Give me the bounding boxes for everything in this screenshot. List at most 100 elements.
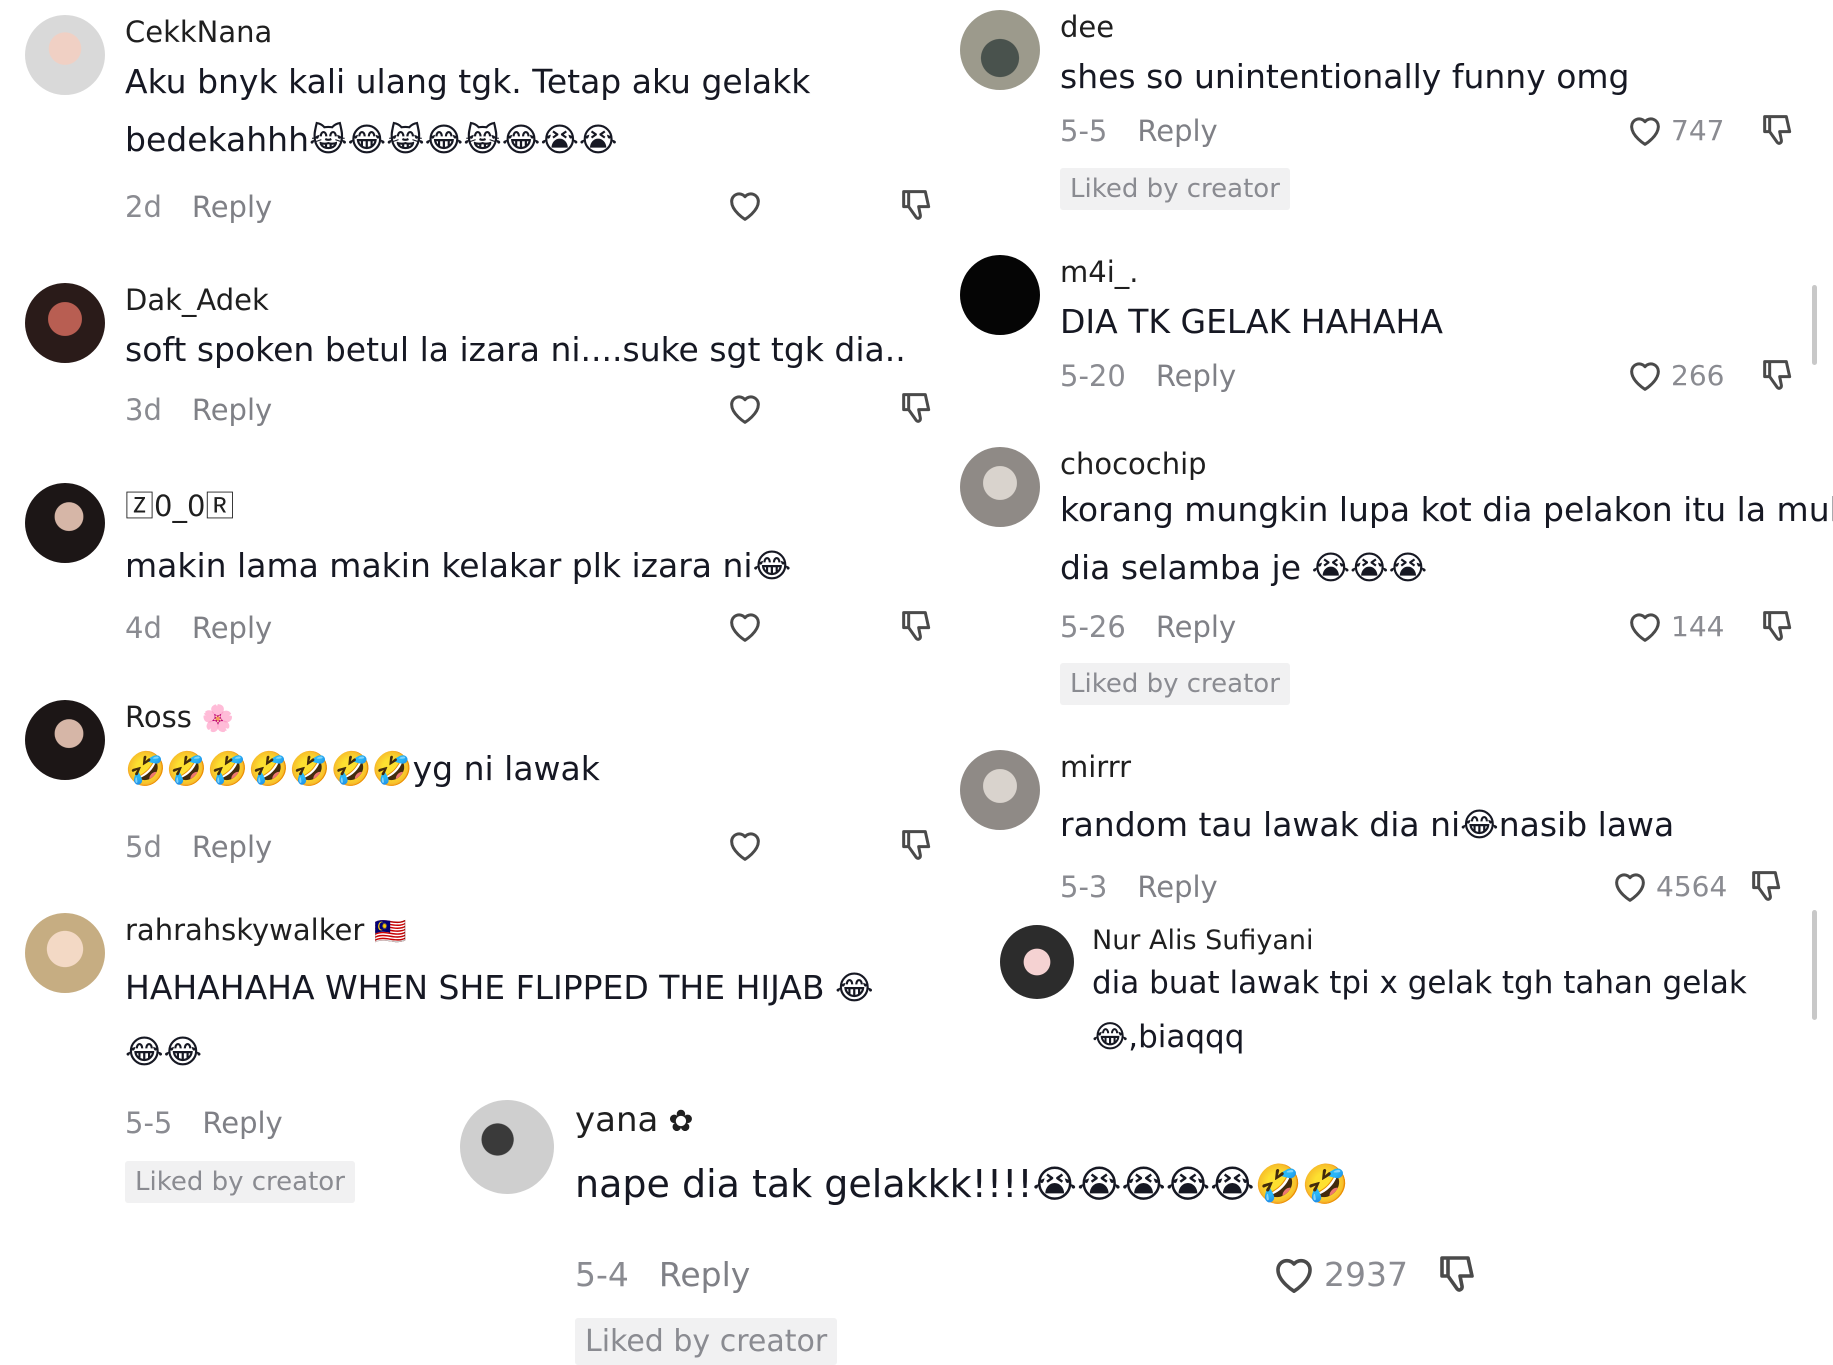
comment-actions: 144 <box>1625 606 1798 646</box>
heart-outline-icon <box>1276 1258 1312 1293</box>
heart-outline-icon <box>730 613 760 642</box>
thumbs-down-icon[interactable] <box>1758 606 1798 646</box>
like-button[interactable] <box>725 825 813 865</box>
thumbs-down-icon[interactable] <box>1747 866 1787 906</box>
reply-button[interactable]: Reply <box>659 1255 750 1294</box>
heart-outline-icon <box>730 832 760 861</box>
like-button[interactable]: 4564 <box>1610 866 1727 906</box>
scrollbar[interactable] <box>1812 910 1817 1020</box>
username[interactable]: Nur Alis Sufiyani <box>1092 925 1747 956</box>
comment-body: Nur Alis Sufiyani dia buat lawak tpi x g… <box>1092 925 1747 1064</box>
username[interactable]: 🅉0_0🅁 <box>125 483 791 525</box>
like-count: 747 <box>1671 113 1725 147</box>
reply-button[interactable]: Reply <box>192 611 272 645</box>
scrollbar[interactable] <box>1812 285 1817 365</box>
reply-button[interactable]: Reply <box>1156 610 1236 644</box>
comment-time: 5-5 <box>1060 114 1108 148</box>
comment-time: 5-5 <box>125 1106 173 1140</box>
thumbs-down-icon[interactable] <box>897 825 937 865</box>
avatar[interactable] <box>25 483 105 563</box>
reply-button[interactable]: Reply <box>1137 870 1217 904</box>
avatar[interactable] <box>25 15 105 95</box>
like-button[interactable]: 266 <box>1625 355 1724 395</box>
flower-badge-icon: ✿ <box>668 1104 694 1139</box>
comment-body: Dak_Adek soft spoken betul la izara ni..… <box>125 283 906 379</box>
comment-actions: 4564 <box>1610 866 1787 906</box>
username[interactable]: mirrr <box>1060 750 1674 784</box>
comment-text: HAHAHAHA WHEN SHE FLIPPED THE HIJAB 😂 <box>125 968 874 1007</box>
like-button[interactable]: 144 <box>1625 606 1724 646</box>
like-button[interactable]: 747 <box>1625 110 1724 150</box>
comment-actions <box>725 185 937 225</box>
comment-meta: 2d Reply <box>125 190 272 224</box>
comment-text: random tau lawak dia ni😂nasib lawa <box>1060 805 1675 844</box>
comment-body: m4i_. DIA TK GELAK HAHAHA <box>1060 255 1443 351</box>
heart-outline-icon <box>730 395 760 424</box>
comment-meta: 5-26 Reply <box>1060 610 1236 644</box>
comment-text: shes so unintentionally funny omg <box>1060 57 1630 96</box>
liked-by-creator-badge: Liked by creator <box>1060 663 1290 705</box>
comment-body: mirrr random tau lawak dia ni😂nasib lawa <box>1060 750 1674 854</box>
reply-button[interactable]: Reply <box>1137 114 1217 148</box>
avatar[interactable] <box>960 447 1040 527</box>
avatar[interactable] <box>25 913 105 993</box>
comment-time: 5-20 <box>1060 359 1126 393</box>
comment-text: 😂😂 <box>125 1032 203 1071</box>
username[interactable]: rahrahskywalker 🇲🇾 <box>125 913 874 947</box>
heart-outline-icon <box>1630 117 1660 146</box>
reply-button[interactable]: Reply <box>1156 359 1236 393</box>
thumbs-down-icon[interactable] <box>1758 355 1798 395</box>
liked-by-creator-badge: Liked by creator <box>125 1161 355 1203</box>
like-button[interactable] <box>725 388 813 428</box>
comment-meta: 5-4 Reply <box>575 1255 750 1294</box>
comment-time: 5d <box>125 830 162 864</box>
username[interactable]: yana ✿ <box>575 1100 1349 1140</box>
comment-text: soft spoken betul la izara ni....suke sg… <box>125 330 906 369</box>
avatar[interactable] <box>25 283 105 363</box>
username[interactable]: dee <box>1060 10 1630 44</box>
avatar[interactable] <box>960 255 1040 335</box>
avatar[interactable] <box>25 700 105 780</box>
thumbs-down-icon[interactable] <box>1434 1250 1482 1298</box>
thumbs-down-icon[interactable] <box>1758 110 1798 150</box>
comment-actions: 747 <box>1625 110 1798 150</box>
comment-time: 5-4 <box>575 1255 629 1294</box>
heart-outline-icon <box>1630 613 1660 642</box>
comment-body: yana ✿ nape dia tak gelakkk!!!!😭😭😭😭😭🤣🤣 <box>575 1100 1349 1216</box>
like-count: 144 <box>1671 609 1725 643</box>
comment-text: DIA TK GELAK HAHAHA <box>1060 302 1443 341</box>
comment-time: 5-3 <box>1060 870 1108 904</box>
comment-text: 😂,biaqqq <box>1092 1019 1245 1055</box>
avatar[interactable] <box>960 10 1040 90</box>
like-button[interactable]: 2937 <box>1270 1250 1408 1298</box>
comment-text: korang mungkin lupa kot dia pelakon itu … <box>1060 490 1833 529</box>
avatar[interactable] <box>1000 925 1074 999</box>
like-count: 266 <box>1671 358 1725 392</box>
username[interactable]: CekkNana <box>125 15 810 49</box>
like-button[interactable] <box>725 606 813 646</box>
thumbs-down-icon[interactable] <box>897 388 937 428</box>
username[interactable]: Ross 🌸 <box>125 700 600 734</box>
username[interactable]: Dak_Adek <box>125 283 906 317</box>
reply-button[interactable]: Reply <box>192 393 272 427</box>
username[interactable]: chocochip <box>1060 447 1833 481</box>
reply-button[interactable]: Reply <box>192 830 272 864</box>
flag-badge-icon: 🇲🇾 <box>374 917 407 947</box>
comment-body: CekkNana Aku bnyk kali ulang tgk. Tetap … <box>125 15 810 169</box>
reply-button[interactable]: Reply <box>192 190 272 224</box>
like-count: 4564 <box>1656 869 1728 903</box>
comment-meta: 4d Reply <box>125 611 272 645</box>
flower-badge-icon: 🌸 <box>201 704 235 734</box>
comment-text: dia selamba je 😭😭😭 <box>1060 548 1428 587</box>
reply-button[interactable]: Reply <box>202 1106 282 1140</box>
username-text: rahrahskywalker <box>125 913 365 947</box>
like-button[interactable] <box>725 185 813 225</box>
username[interactable]: m4i_. <box>1060 255 1443 289</box>
avatar[interactable] <box>960 750 1040 830</box>
comment-actions <box>725 388 937 428</box>
thumbs-down-icon[interactable] <box>897 606 937 646</box>
thumbs-down-icon[interactable] <box>897 185 937 225</box>
comment-actions: 2937 <box>1270 1250 1482 1298</box>
avatar[interactable] <box>460 1100 554 1194</box>
comment-text: 🤣🤣🤣🤣🤣🤣🤣yg ni lawak <box>125 749 600 788</box>
